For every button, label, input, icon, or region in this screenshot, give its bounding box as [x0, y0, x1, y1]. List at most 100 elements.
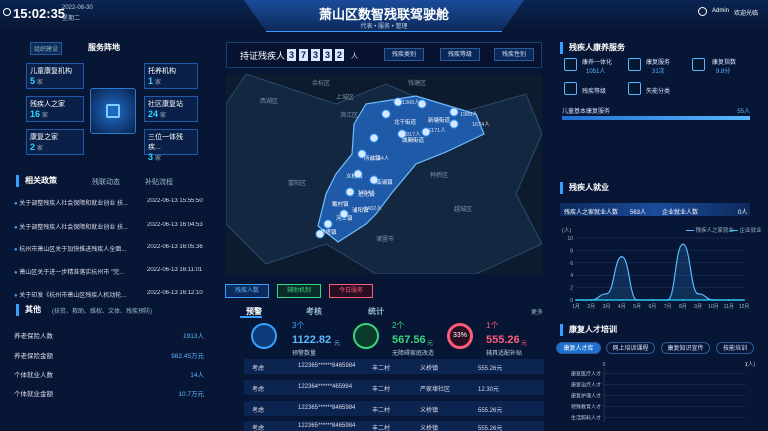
- digit: 3: [311, 49, 320, 61]
- rehab-label: 康复指数: [712, 60, 737, 66]
- x-tick-label: 9月: [694, 304, 702, 310]
- x-tick-label: 5月: [633, 304, 641, 310]
- talent-chip[interactable]: 网上培训课程: [606, 342, 655, 354]
- map-count-button[interactable]: 残疾人数: [225, 284, 269, 298]
- stat-unit: 元: [427, 341, 434, 347]
- rehab-label: 残疾等级: [582, 89, 607, 95]
- section-title-rehab: 残疾人康养服务: [560, 42, 680, 54]
- talent-chip-active[interactable]: 康复人才库: [556, 342, 601, 354]
- table-row[interactable]: 考虑 122365******8465984 丰二村 义桥镇 555.26元: [244, 421, 544, 431]
- list-item[interactable]: ● 杭州市萧山区关于加快推进残疾人全面...: [14, 244, 146, 253]
- x-tick-label: 7月: [664, 304, 672, 310]
- category-label: 特殊教育人才: [571, 404, 601, 411]
- data-point: [712, 299, 715, 301]
- clock-time: 15:02:35: [13, 6, 66, 21]
- stat-label: 预警数量: [292, 351, 317, 357]
- metric-label: 养老保险人数: [14, 333, 53, 340]
- level-button[interactable]: 残疾等级: [440, 48, 480, 61]
- rehab-value: 31次: [652, 69, 665, 75]
- tab-process[interactable]: 补贴流程: [145, 177, 173, 187]
- rehab-label: 康复服务: [646, 60, 671, 66]
- section-title-service: 服务阵地: [88, 43, 120, 52]
- stat-count: 3个: [292, 321, 305, 330]
- talent-bar-chart: 0 1 康复医疗人才康复治疗人才康复护理人才特殊教育人才生活照料人才: [571, 362, 748, 423]
- list-item-time: 2022-06-13 15:55:50: [147, 198, 203, 204]
- rehab-label: 康养一体化: [582, 60, 613, 66]
- rehab-value: 1051人: [586, 69, 606, 75]
- y-tick-label: 2: [570, 286, 573, 292]
- stat-card[interactable]: 残疾人之家 16 家: [26, 96, 84, 122]
- category-label: 康复医疗人才: [571, 371, 601, 378]
- section-tag[interactable]: 组织建设: [30, 42, 63, 55]
- digit: 3: [287, 49, 296, 61]
- x-tick-label: 6月: [648, 304, 656, 310]
- district-map[interactable]: 钱塘区 余杭区 西湖区 上城区 滨江区 富阳区 柯桥区 越城区 诸暨市 新塘街道…: [225, 73, 543, 275]
- stat-card[interactable]: 托养机构 1 家: [144, 63, 198, 89]
- y-tick-label: 10: [567, 236, 573, 242]
- heart-icon: [628, 58, 641, 71]
- category-button[interactable]: 残疾类别: [384, 48, 424, 61]
- user-icon[interactable]: [698, 7, 707, 16]
- x-tick-label: 1月: [572, 304, 580, 310]
- x-tick-label: 0: [603, 362, 606, 368]
- map-aid-button[interactable]: 辅助机制: [277, 284, 321, 298]
- holders-unit: 人: [351, 53, 358, 60]
- nav-item[interactable]: 管理: [395, 24, 407, 30]
- progress-ring: 33%: [447, 323, 473, 349]
- metric-value: 982.45万元: [171, 353, 204, 360]
- stat-label: 无障碍家庭改造: [392, 351, 435, 357]
- data-point: [590, 299, 593, 301]
- data-point: [727, 299, 730, 301]
- stat-value: 1122.82: [292, 334, 332, 346]
- list-item[interactable]: ● 关于印发《杭州市萧山区残疾人机动轮...: [14, 290, 146, 299]
- map-today-button[interactable]: 今日服务: [329, 284, 373, 298]
- section-desc: (扶贫、救助、维权、文体、残疾预防): [52, 309, 152, 315]
- employ-b-label: 企业就业人数: [662, 210, 699, 216]
- header-nav: 代表 • 服务 • 管理: [360, 24, 408, 30]
- rehab-value: 9.8分: [716, 69, 731, 75]
- metric-value: 14人: [190, 372, 204, 379]
- digit: 2: [335, 49, 344, 61]
- digit: 3: [323, 49, 332, 61]
- tab-assess[interactable]: 考核: [306, 306, 322, 317]
- stat-count: 2个: [392, 321, 405, 330]
- series-area: [576, 244, 744, 300]
- x-tick-label: 1: [745, 362, 748, 368]
- stat-label: 辅具适配补贴: [486, 351, 523, 357]
- nav-item[interactable]: 代表: [361, 24, 373, 30]
- stat-card[interactable]: 儿童康复机构 5 家: [26, 63, 84, 89]
- talent-chip[interactable]: 康复知识宣传: [661, 342, 710, 354]
- clock-icon: [3, 8, 11, 16]
- section-title-other: 其他: [16, 304, 56, 316]
- stat-card[interactable]: 康复之家 2 家: [26, 129, 84, 155]
- y-tick-label: 4: [570, 273, 573, 279]
- table-row[interactable]: 考虑 122364******465984 丰二村 严家埭社区 12.30元: [244, 380, 544, 395]
- list-item[interactable]: ● 萧山区关于进一步精准落实杭州市 "完...: [14, 267, 146, 276]
- category-label: 生活照料人才: [571, 415, 601, 422]
- nav-item[interactable]: 服务: [378, 24, 390, 30]
- x-tick-label: 11月: [724, 304, 734, 310]
- alarm-icon: [251, 323, 277, 349]
- data-point: [697, 293, 699, 295]
- list-item[interactable]: ● 关于调整残疾人社会保障和就业创业 扶...: [14, 222, 146, 231]
- stat-value: 567.56: [392, 334, 426, 346]
- tab-stats[interactable]: 统计: [368, 306, 384, 317]
- stat-card[interactable]: 社区康复站 24 家: [144, 96, 198, 122]
- stat-card[interactable]: 三位一体残疾... 3 家: [144, 129, 198, 162]
- talent-chip[interactable]: 技能培训: [716, 342, 754, 354]
- data-point: [666, 299, 669, 301]
- tab-news[interactable]: 残联动态: [92, 177, 120, 187]
- data-point: [743, 299, 745, 301]
- table-row[interactable]: 考虑 122365******8465984 丰二村 义桥镇 555.26元: [244, 401, 544, 416]
- list-item[interactable]: ● 关于调整残疾人社会保障和就业创业 扶...: [14, 198, 146, 207]
- wheelchair-icon: [564, 82, 577, 95]
- x-tick-label: 10月: [708, 304, 719, 310]
- table-row[interactable]: 考虑 122365******8465984 丰二村 义桥镇 555.26元: [244, 359, 544, 374]
- gender-button[interactable]: 残疾性别: [494, 48, 534, 61]
- more-link[interactable]: 更多: [531, 307, 543, 316]
- employ-a-value: 563人: [630, 210, 647, 216]
- stat-unit: 元: [334, 341, 341, 347]
- username[interactable]: Admin: [712, 8, 729, 14]
- list-item-time: 2022-06-13 16:11:01: [147, 267, 203, 273]
- category-label: 康复治疗人才: [571, 382, 601, 389]
